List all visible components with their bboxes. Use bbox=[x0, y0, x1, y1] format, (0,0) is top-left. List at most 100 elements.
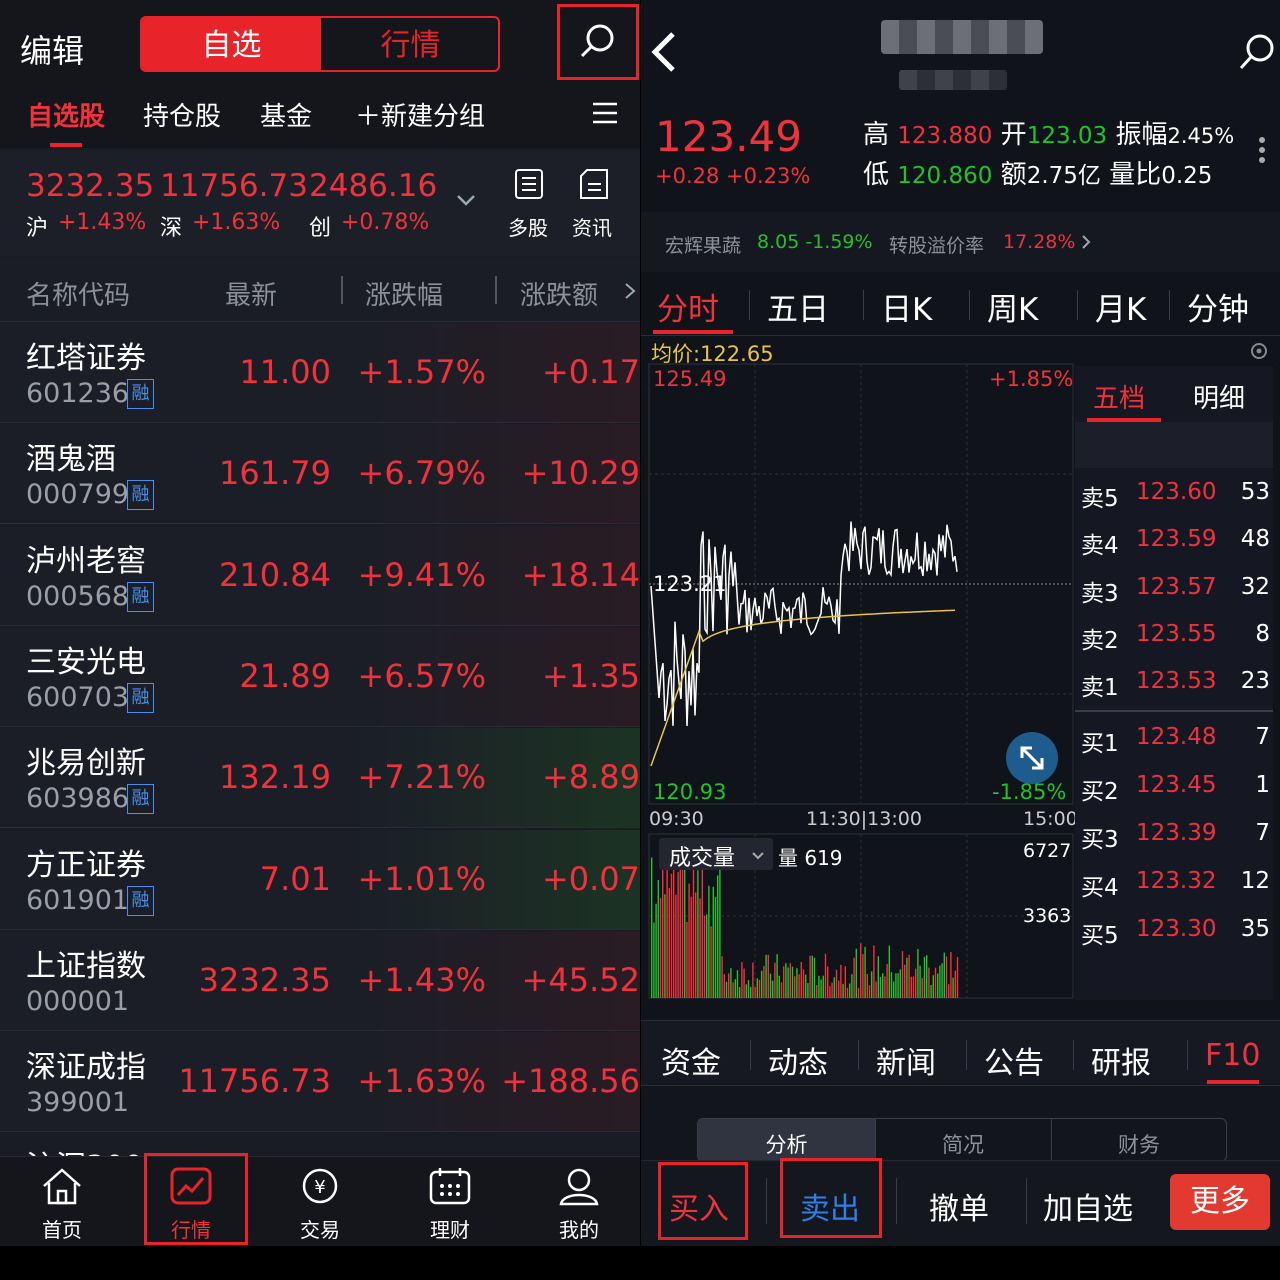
volume-bar bbox=[811, 955, 813, 998]
search-icon[interactable] bbox=[1237, 32, 1277, 76]
open-label: 开 bbox=[1000, 120, 1027, 150]
sub-tab-profile[interactable]: 简况 bbox=[875, 1129, 1051, 1159]
add-watchlist-button[interactable]: 加自选 bbox=[1043, 1184, 1133, 1228]
tab-five-levels[interactable]: 五档 bbox=[1093, 378, 1145, 415]
tab-watchlist[interactable]: 自选股 bbox=[27, 96, 105, 133]
volume-bar bbox=[741, 962, 743, 998]
volume-bar bbox=[747, 980, 750, 998]
segment-selected[interactable]: 自选 bbox=[142, 18, 321, 70]
cancel-order-button[interactable]: 撤单 bbox=[929, 1184, 989, 1228]
col-name[interactable]: 名称代码 bbox=[26, 275, 130, 312]
stock-name: 深证成指 bbox=[26, 1050, 146, 1085]
tab-details[interactable]: 明细 bbox=[1193, 378, 1245, 415]
volume-bar bbox=[886, 964, 888, 998]
period-tab[interactable]: 月K bbox=[1095, 284, 1146, 329]
table-row[interactable]: 三安光电 600703 融 21.89 +6.57% +1.35 bbox=[0, 627, 640, 727]
index-cy-value[interactable]: 2486.16 bbox=[309, 168, 437, 204]
chevron-down-icon[interactable] bbox=[751, 846, 765, 865]
period-tab[interactable]: 分钟 bbox=[1187, 284, 1249, 329]
depth-label: 卖1 bbox=[1081, 675, 1119, 701]
period-tab[interactable]: 周K bbox=[987, 284, 1038, 329]
edit-button[interactable]: 编辑 bbox=[20, 26, 84, 72]
volume-bar bbox=[725, 981, 728, 998]
pct-axis-top: +1.85% bbox=[989, 367, 1074, 391]
depth-label: 卖4 bbox=[1081, 533, 1119, 559]
volume-bar bbox=[800, 962, 802, 998]
margin-badge: 融 bbox=[127, 480, 154, 510]
tab-holdings[interactable]: 持仓股 bbox=[143, 96, 221, 133]
more-vertical-icon[interactable] bbox=[1258, 136, 1266, 168]
chevron-right-icon[interactable] bbox=[624, 282, 636, 304]
stock-price: 161.79 bbox=[219, 454, 331, 492]
table-row[interactable]: 上证指数 000001 3232.35 +1.43% +45.52 bbox=[0, 931, 640, 1031]
chevron-right-icon[interactable] bbox=[1081, 234, 1091, 254]
col-chg[interactable]: 涨跌额 bbox=[520, 275, 598, 312]
period-tab[interactable]: 五日 bbox=[767, 284, 829, 329]
sub-tab-analysis[interactable]: 分析 bbox=[698, 1129, 875, 1159]
stock-price: 11.00 bbox=[239, 353, 331, 391]
home-icon[interactable] bbox=[40, 1166, 84, 1206]
menu-icon[interactable] bbox=[591, 100, 619, 130]
volume-bar bbox=[802, 969, 805, 998]
volume-label[interactable]: 成交量 bbox=[669, 840, 735, 872]
info-tab[interactable]: 资金 bbox=[661, 1038, 721, 1082]
volume-bar bbox=[695, 892, 697, 998]
stock-price: 3232.35 bbox=[198, 961, 331, 999]
profile-icon[interactable] bbox=[557, 1166, 601, 1206]
back-icon[interactable] bbox=[649, 30, 679, 78]
action-divider bbox=[1026, 1178, 1027, 1224]
table-row[interactable]: 深证成指 399001 11756.73 +1.63% +188.56 bbox=[0, 1032, 640, 1132]
action-divider bbox=[896, 1178, 897, 1224]
info-tab[interactable]: 公告 bbox=[984, 1038, 1044, 1082]
tab-funds[interactable]: 基金 bbox=[260, 96, 312, 133]
period-tab[interactable]: 分时 bbox=[657, 284, 719, 329]
volume-bar bbox=[736, 970, 739, 998]
wealth-icon[interactable] bbox=[428, 1166, 472, 1206]
nav-wealth[interactable]: 理财 bbox=[428, 1214, 472, 1243]
volume-bar bbox=[787, 967, 789, 998]
table-row[interactable]: 酒鬼酒 000799 融 161.79 +6.79% +10.29 bbox=[0, 424, 640, 524]
nav-home[interactable]: 首页 bbox=[40, 1214, 84, 1243]
amp-value: 2.45% bbox=[1167, 124, 1235, 148]
volume-bar bbox=[923, 956, 926, 998]
multi-stock-icon[interactable] bbox=[514, 168, 544, 204]
tab-new-group[interactable]: ＋新建分组 bbox=[355, 96, 485, 133]
nav-trade[interactable]: 交易 bbox=[298, 1214, 342, 1243]
trade-icon[interactable]: ¥ bbox=[298, 1166, 342, 1206]
more-button[interactable]: 更多 bbox=[1170, 1174, 1270, 1230]
news-icon[interactable] bbox=[579, 168, 609, 204]
price-change: +0.28 +0.23% bbox=[655, 164, 811, 188]
period-tab[interactable]: 日K bbox=[881, 284, 932, 329]
volume-bar bbox=[822, 975, 824, 998]
chevron-down-icon[interactable] bbox=[455, 192, 477, 211]
stock-change-amount: +188.56 bbox=[501, 1062, 640, 1100]
index-sz-value[interactable]: 11756.73 bbox=[160, 168, 308, 204]
related-name: 宏辉果蔬 bbox=[665, 235, 742, 257]
info-tab[interactable]: 研报 bbox=[1091, 1038, 1151, 1082]
volume-bar bbox=[721, 956, 723, 998]
settings-icon[interactable] bbox=[1248, 340, 1270, 366]
stock-change-pct: +1.01% bbox=[357, 860, 486, 898]
col-pct[interactable]: 涨跌幅 bbox=[365, 275, 443, 312]
stock-name: 兆易创新 bbox=[26, 746, 146, 781]
info-tab[interactable]: F10 bbox=[1205, 1038, 1260, 1073]
table-row[interactable]: 泸州老窖 000568 融 210.84 +9.41% +18.14 bbox=[0, 526, 640, 626]
segment-market[interactable]: 行情 bbox=[321, 18, 498, 70]
fullscreen-button[interactable] bbox=[1006, 732, 1058, 784]
sub-tab-finance[interactable]: 财务 bbox=[1051, 1129, 1226, 1159]
volume-bar bbox=[838, 980, 840, 998]
table-row[interactable]: 红塔证券 601236 融 11.00 +1.57% +0.17 bbox=[0, 323, 640, 423]
volume-bar bbox=[743, 968, 745, 998]
table-row[interactable]: 兆易创新 603986 融 132.19 +7.21% +8.89 bbox=[0, 728, 640, 828]
news-label[interactable]: 资讯 bbox=[572, 212, 612, 241]
index-sh-value[interactable]: 3232.35 bbox=[26, 168, 154, 204]
multi-stock-label[interactable]: 多股 bbox=[508, 212, 548, 241]
table-row[interactable]: 方正证券 601901 融 7.01 +1.01% +0.07 bbox=[0, 830, 640, 930]
volume-bar bbox=[934, 967, 937, 998]
stock-price: 11756.73 bbox=[178, 1062, 331, 1100]
nav-profile[interactable]: 我的 bbox=[557, 1214, 601, 1243]
col-latest[interactable]: 最新 bbox=[225, 275, 277, 312]
depth-label: 买4 bbox=[1081, 875, 1119, 901]
info-tab[interactable]: 动态 bbox=[768, 1038, 828, 1082]
info-tab[interactable]: 新闻 bbox=[876, 1038, 936, 1082]
